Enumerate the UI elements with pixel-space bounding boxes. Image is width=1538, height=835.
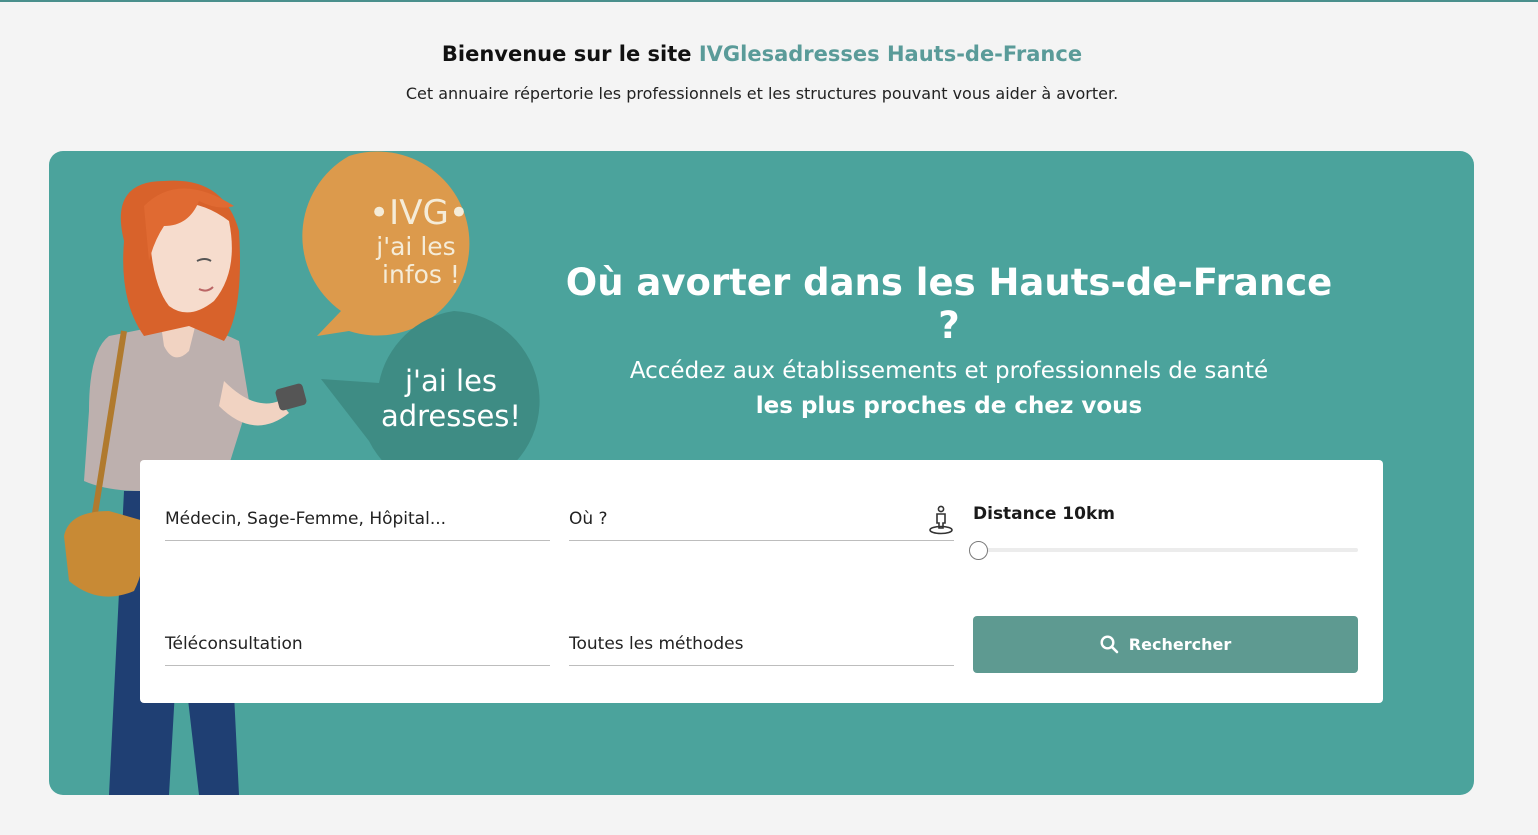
distance-slider-track[interactable]: [973, 548, 1358, 552]
bubble-info-line2: infos !: [382, 260, 460, 289]
teleconsultation-value: Téléconsultation: [165, 633, 303, 654]
hero-subtitle: Accédez aux établissements et profession…: [549, 354, 1349, 424]
hero-subtitle-line2: les plus proches de chez vous: [755, 393, 1143, 419]
distance-slider-thumb[interactable]: [969, 541, 988, 560]
search-button-label: Rechercher: [1128, 635, 1232, 654]
location-input[interactable]: [569, 508, 954, 529]
site-brand-name: IVGlesadresses Hauts-de-France: [698, 42, 1083, 66]
welcome-prefix: Bienvenue sur le site: [441, 42, 699, 66]
directory-description: Cet annuaire répertorie les professionne…: [405, 84, 1119, 103]
bubble-info-line1: j'ai les: [375, 232, 455, 261]
method-value: Toutes les méthodes: [569, 633, 744, 654]
search-icon: [1100, 635, 1119, 654]
practitioner-type-input[interactable]: [165, 508, 550, 529]
search-form: Distance 10km Téléconsultation Toutes le…: [140, 460, 1383, 703]
bubble-address-line1: j'ai les: [404, 364, 497, 398]
hero-title: Où avorter dans les Hauts-de-France ?: [565, 261, 1333, 347]
teleconsultation-select[interactable]: Téléconsultation: [165, 622, 550, 666]
welcome-heading: Bienvenue sur le site IVGlesadresses Hau…: [0, 42, 1524, 66]
practitioner-type-field[interactable]: [165, 497, 550, 541]
location-field[interactable]: [569, 497, 954, 541]
bubble-address-line2: adresses!: [381, 399, 521, 433]
top-divider: [0, 0, 1538, 2]
method-select[interactable]: Toutes les méthodes: [569, 622, 954, 666]
geolocate-person-icon[interactable]: [928, 505, 954, 535]
search-button[interactable]: Rechercher: [973, 616, 1358, 673]
bubble-ivg-text: •IVG•: [369, 193, 469, 233]
distance-label: Distance 10km: [973, 504, 1115, 524]
hero-subtitle-line1: Accédez aux établissements et profession…: [629, 358, 1269, 384]
